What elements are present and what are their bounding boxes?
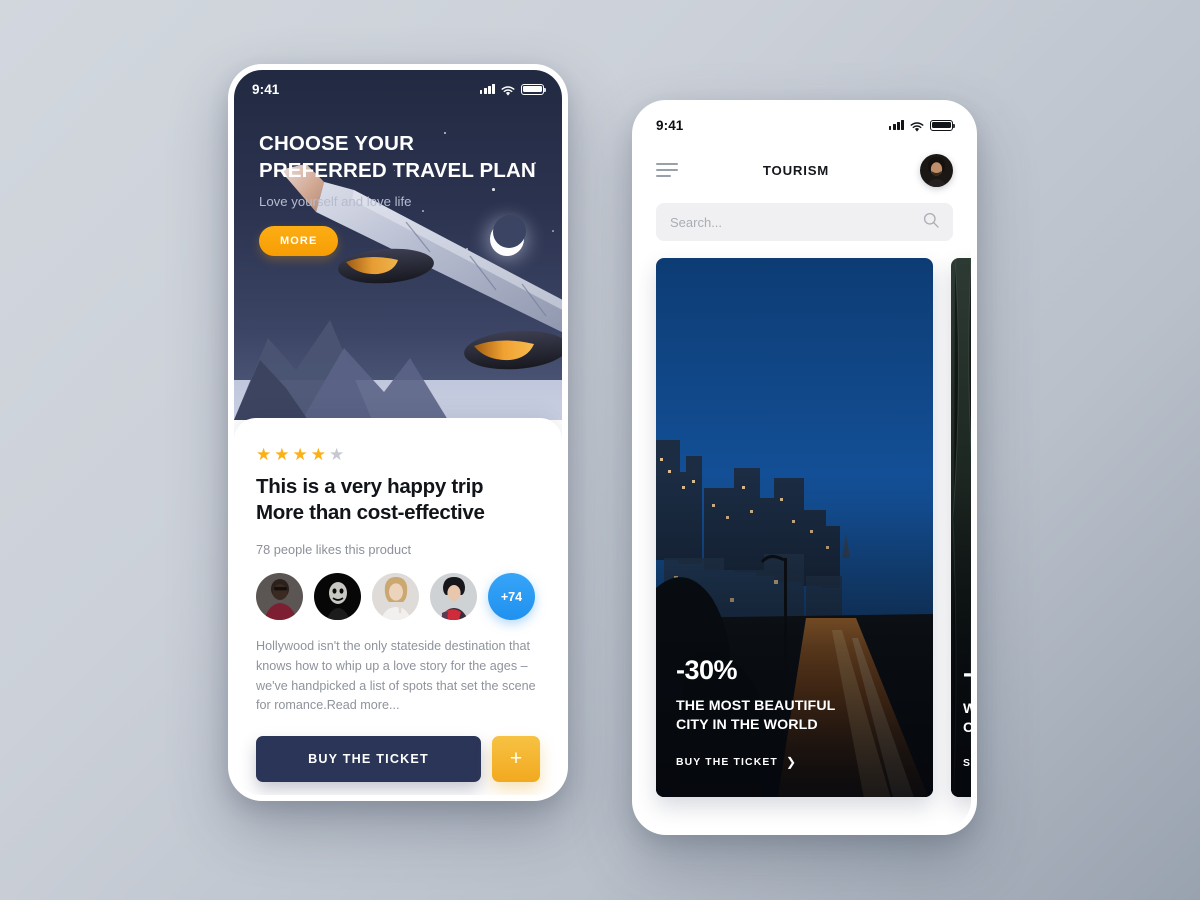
promo-headline-line1: THE MOST BEAUTIFUL: [676, 698, 836, 715]
phone-mockup-left: CHOOSE YOUR PREFERRED TRAVEL PLAN Love y…: [228, 64, 568, 801]
promo-headline-2: W C: [963, 700, 971, 737]
star-icon-2: ★: [274, 445, 290, 464]
promo-buy-ticket-link-2[interactable]: S: [963, 758, 971, 769]
promo-buy-ticket-link[interactable]: BUY THE TICKET ❯: [676, 755, 917, 769]
promo-card-secondary[interactable]: - W C S: [951, 258, 971, 797]
status-time: 9:41: [656, 117, 684, 133]
phone-right-screen: 9:41 TOURISM Search... -30% THE MOST BEA…: [638, 106, 971, 829]
trip-info-card: ★ ★ ★ ★ ★ This is a very happy trip More…: [234, 418, 562, 795]
star-icon-4: ★: [310, 445, 326, 464]
card-title-line2: More than cost-effective: [256, 501, 485, 525]
add-plus-button[interactable]: +: [492, 735, 540, 782]
user-avatar[interactable]: [920, 153, 953, 187]
star-icon-5: ★: [329, 445, 345, 464]
phone-mockup-right: 9:41 TOURISM Search... -30% THE MOST BEA…: [632, 100, 977, 835]
status-time: 9:41: [252, 81, 280, 97]
avatar-person-4[interactable]: [430, 573, 477, 621]
star-icon-3: ★: [292, 445, 308, 464]
avatar-group: +74: [256, 573, 540, 621]
battery-icon: [930, 119, 956, 131]
signal-bars-icon: [479, 84, 495, 94]
wifi-icon: [501, 84, 515, 96]
card-actions: BUY THE TICKET +: [256, 735, 540, 782]
hero-section: CHOOSE YOUR PREFERRED TRAVEL PLAN Love y…: [234, 70, 562, 420]
more-button[interactable]: MORE: [259, 225, 339, 256]
hero-text-block: CHOOSE YOUR PREFERRED TRAVEL PLAN Love y…: [259, 130, 538, 256]
page-title: TOURISM: [762, 162, 830, 178]
promo-cta-label: BUY THE TICKET: [676, 756, 778, 768]
search-icon[interactable]: [923, 212, 939, 233]
hero-subtitle: Love yourself and love life: [259, 193, 412, 209]
phone-left-screen: CHOOSE YOUR PREFERRED TRAVEL PLAN Love y…: [234, 70, 562, 795]
promo-cards-carousel[interactable]: -30% THE MOST BEAUTIFUL CITY IN THE WORL…: [656, 258, 971, 797]
card-title-line1: This is a very happy trip: [256, 475, 484, 498]
top-nav-bar: TOURISM: [638, 144, 971, 196]
star-icon-1: ★: [256, 445, 272, 464]
promo-card-primary[interactable]: -30% THE MOST BEAUTIFUL CITY IN THE WORL…: [656, 258, 933, 797]
promo-content: -30% THE MOST BEAUTIFUL CITY IN THE WORL…: [676, 657, 917, 769]
buy-ticket-button[interactable]: BUY THE TICKET: [256, 735, 481, 782]
status-icons: [479, 83, 547, 96]
discount-label: -30%: [676, 655, 738, 686]
promo-headline: THE MOST BEAUTIFUL CITY IN THE WORLD: [676, 697, 917, 734]
status-icons: [888, 119, 956, 132]
promo-cta-label-2: S: [963, 758, 971, 769]
avatar-more-count[interactable]: +74: [488, 573, 535, 621]
avatar-person-2[interactable]: [314, 573, 361, 621]
chevron-right-icon: ❯: [785, 755, 798, 769]
rating-stars: ★ ★ ★ ★ ★: [256, 446, 540, 463]
promo-headline-2-line1: W: [963, 701, 971, 718]
avatar-person-3[interactable]: [372, 573, 419, 621]
signal-bars-icon: [888, 120, 904, 130]
promo-headline-2-line2: C: [963, 719, 971, 736]
search-bar[interactable]: [656, 203, 953, 241]
card-description: Hollywood isn't the only stateside desti…: [256, 639, 536, 713]
discount-label-2: -: [963, 658, 971, 689]
promo-content-2: - W C S: [963, 660, 971, 769]
hero-title: CHOOSE YOUR PREFERRED TRAVEL PLAN: [259, 132, 536, 183]
battery-icon: [521, 83, 547, 95]
card-title: This is a very happy trip More than cost…: [256, 474, 540, 526]
avatar-person-1[interactable]: [256, 573, 303, 621]
design-mockup-scene: CHOOSE YOUR PREFERRED TRAVEL PLAN Love y…: [0, 0, 1200, 900]
status-bar-left: 9:41: [234, 70, 562, 108]
status-bar-right: 9:41: [638, 106, 971, 144]
search-input[interactable]: [670, 214, 923, 230]
promo-headline-line2: CITY IN THE WORLD: [676, 716, 818, 733]
wifi-icon: [910, 120, 924, 132]
likes-count-text: 78 people likes this product: [256, 542, 412, 558]
